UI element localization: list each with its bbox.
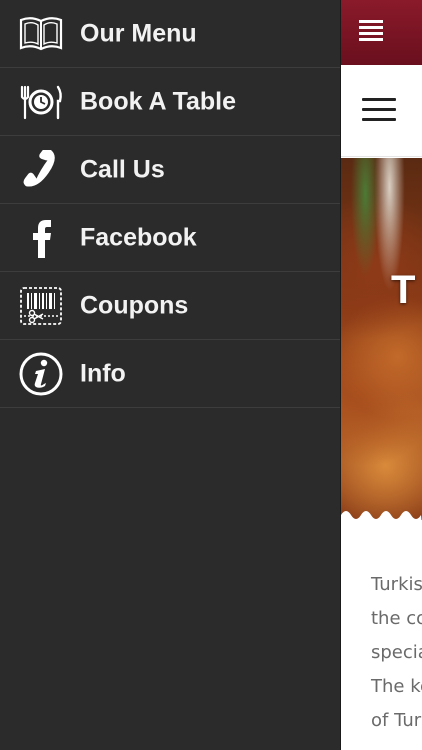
text-line: The ke: [371, 676, 422, 697]
text-line: specia: [371, 642, 422, 663]
info-icon: [17, 352, 65, 396]
menu-item-coupons[interactable]: Coupons: [0, 272, 340, 340]
hero-title: T: [391, 268, 416, 312]
text-line: the co: [371, 608, 422, 629]
menu-item-info[interactable]: Info: [0, 340, 340, 408]
book-icon: [17, 12, 65, 56]
top-bar: [341, 0, 422, 65]
list-icon[interactable]: [359, 20, 383, 44]
menu-item-label: Coupons: [80, 291, 189, 319]
menu-item-label: Facebook: [80, 223, 197, 251]
menu-item-our-menu[interactable]: Our Menu: [0, 0, 340, 68]
menu-item-facebook[interactable]: Facebook: [0, 204, 340, 272]
menu-item-label: Our Menu: [80, 19, 197, 47]
menu-item-label: Book A Table: [80, 87, 237, 115]
clock-cutlery-icon: [17, 80, 65, 124]
menu-item-call-us[interactable]: Call Us: [0, 136, 340, 204]
wave-divider: [341, 511, 422, 525]
menu-item-label: Call Us: [80, 155, 165, 183]
text-line: Turkis: [371, 574, 422, 595]
phone-icon: [17, 148, 65, 192]
menu-item-book-a-table[interactable]: Book A Table: [0, 68, 340, 136]
hamburger-menu-icon[interactable]: [362, 98, 396, 122]
intro-text: Turkis the co specia The ke of Tur: [371, 568, 422, 738]
side-drawer: Our Menu Book A Table Call Us Facebook C…: [0, 0, 341, 750]
nav-bar: [341, 65, 422, 157]
hero-image: T: [341, 158, 422, 520]
menu-item-label: Info: [80, 359, 126, 387]
text-line: of Tur: [371, 710, 422, 731]
facebook-icon: [17, 216, 65, 260]
coupon-icon: [17, 284, 65, 328]
main-page: T Turkis the co specia The ke of Tur: [341, 0, 422, 750]
